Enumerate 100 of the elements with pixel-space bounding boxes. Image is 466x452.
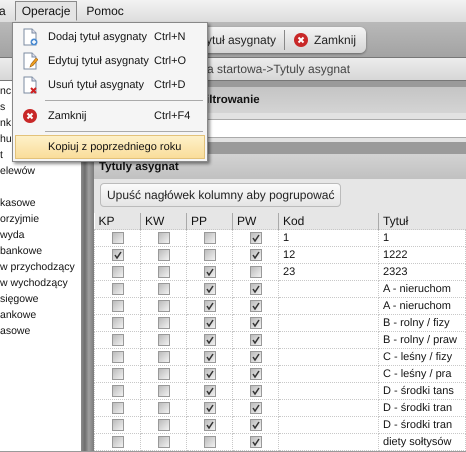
table-cell: A - nieruchom: [383, 283, 451, 295]
checkbox[interactable]: [250, 368, 262, 380]
column-header[interactable]: KP: [94, 213, 140, 230]
table-cell: 23: [283, 266, 296, 278]
table-cell: C - leśny / fizy: [383, 351, 452, 363]
sidebar-item[interactable]: kasowe: [0, 197, 36, 209]
checkbox[interactable]: [204, 436, 216, 448]
checkbox[interactable]: [250, 266, 262, 278]
checkbox[interactable]: [250, 334, 262, 346]
checkbox[interactable]: [158, 368, 170, 380]
breadcrumb: a startowa->Tytuly asygnat: [207, 62, 350, 76]
checkbox[interactable]: [112, 368, 124, 380]
checkbox[interactable]: [158, 436, 170, 448]
table-cell: B - rolny / praw: [383, 334, 457, 346]
checkbox[interactable]: [204, 266, 216, 278]
panel-title: Tytuly asygnat: [99, 160, 179, 172]
checkbox[interactable]: [204, 334, 216, 346]
table-cell: B - rolny / fizy: [383, 317, 450, 329]
sidebar-item[interactable]: asowe: [0, 325, 30, 337]
checkbox[interactable]: [204, 368, 216, 380]
checkbox[interactable]: [158, 283, 170, 296]
table-cell: A - nieruchom: [383, 300, 451, 312]
column-header[interactable]: PW: [232, 213, 278, 230]
checkbox[interactable]: [112, 300, 124, 312]
sidebar-item[interactable]: w wychodzący: [0, 277, 68, 289]
column-header[interactable]: Tytuł: [378, 213, 466, 230]
close-button[interactable]: Zamknij: [293, 32, 356, 48]
menu-item[interactable]: Zamknij Ctrl+F4: [15, 104, 205, 128]
checkbox[interactable]: [158, 232, 170, 244]
checkbox[interactable]: [112, 266, 124, 278]
checkbox[interactable]: [250, 419, 262, 432]
checkbox[interactable]: [204, 351, 216, 364]
column-header[interactable]: KW: [140, 213, 186, 230]
table-cell: D - środki tran: [383, 419, 452, 431]
checkbox[interactable]: [112, 317, 124, 330]
checkbox[interactable]: [204, 317, 216, 330]
checkbox[interactable]: [250, 232, 262, 244]
table-cell: C - leśny / pra: [383, 368, 452, 380]
checkbox[interactable]: [158, 419, 170, 432]
menu-item[interactable]: Usuń tytuł asygnaty Ctrl+D: [15, 73, 205, 97]
checkbox[interactable]: [250, 351, 262, 364]
checkbox[interactable]: [112, 385, 124, 398]
table-cell: diety sołtysów: [383, 436, 452, 448]
column-header[interactable]: PP: [186, 213, 232, 230]
checkbox[interactable]: [158, 317, 170, 330]
sidebar-item[interactable]: bankowe: [0, 245, 42, 257]
sidebar-item[interactable]: hu: [0, 133, 12, 145]
checkbox[interactable]: [112, 334, 124, 346]
sidebar-item[interactable]: nk: [0, 117, 12, 129]
menu-item[interactable]: Dodaj tytuł asygnaty Ctrl+N: [15, 25, 205, 49]
checkbox[interactable]: [204, 249, 216, 262]
sidebar-item[interactable]: t: [0, 149, 3, 161]
checkbox[interactable]: [250, 283, 262, 296]
checkbox[interactable]: [112, 232, 124, 244]
checkbox[interactable]: [158, 402, 170, 414]
checkbox[interactable]: [204, 300, 216, 312]
panel-title: iltrowanie: [206, 94, 260, 106]
menu-item[interactable]: Operacje: [14, 1, 78, 21]
checkbox[interactable]: [112, 351, 124, 364]
checkbox[interactable]: [158, 334, 170, 346]
checkbox[interactable]: [158, 266, 170, 278]
checkbox[interactable]: [250, 385, 262, 398]
checkbox[interactable]: [112, 436, 124, 448]
checkbox[interactable]: [112, 249, 124, 262]
table-cell: 1222: [383, 249, 408, 261]
checkbox[interactable]: [158, 351, 170, 364]
add-document-icon: [22, 28, 38, 46]
checkbox[interactable]: [250, 402, 262, 414]
checkbox[interactable]: [250, 317, 262, 330]
checkbox[interactable]: [158, 385, 170, 398]
menu-item[interactable]: Edytuj tytuł asygnaty Ctrl+O: [15, 49, 205, 73]
checkbox[interactable]: [112, 402, 124, 414]
sidebar-item[interactable]: wyda: [0, 229, 25, 241]
checkbox[interactable]: [204, 419, 216, 432]
checkbox[interactable]: [112, 419, 124, 432]
column-header[interactable]: Kod: [278, 213, 378, 230]
checkbox[interactable]: [204, 402, 216, 414]
sidebar-item[interactable]: w przychodzący: [0, 261, 75, 273]
sidebar-item[interactable]: nc: [0, 85, 12, 97]
checkbox[interactable]: [204, 232, 216, 244]
table-cell: 1: [283, 232, 290, 244]
checkbox[interactable]: [250, 249, 262, 262]
checkbox[interactable]: [250, 436, 262, 448]
close-icon: [293, 32, 310, 48]
group-by-area[interactable]: Upuść nagłówek kolumny aby pogrupować: [100, 183, 342, 207]
checkbox[interactable]: [158, 249, 170, 262]
sidebar-item[interactable]: orzyjmie: [0, 213, 40, 225]
table-cell: 12: [283, 249, 296, 261]
checkbox[interactable]: [204, 283, 216, 296]
table-cell: 2323: [383, 266, 408, 278]
menu-item[interactable]: Kopiuj z poprzedniego roku: [15, 135, 205, 159]
menu-item[interactable]: Pomoc: [79, 1, 131, 21]
sidebar-item[interactable]: sięgowe: [0, 293, 39, 305]
sidebar-item[interactable]: ankowe: [0, 309, 36, 321]
sidebar-item[interactable]: s: [0, 101, 6, 113]
checkbox[interactable]: [204, 385, 216, 398]
checkbox[interactable]: [250, 300, 262, 312]
checkbox[interactable]: [112, 283, 124, 296]
sidebar-item[interactable]: elewów: [0, 165, 36, 177]
checkbox[interactable]: [158, 300, 170, 312]
